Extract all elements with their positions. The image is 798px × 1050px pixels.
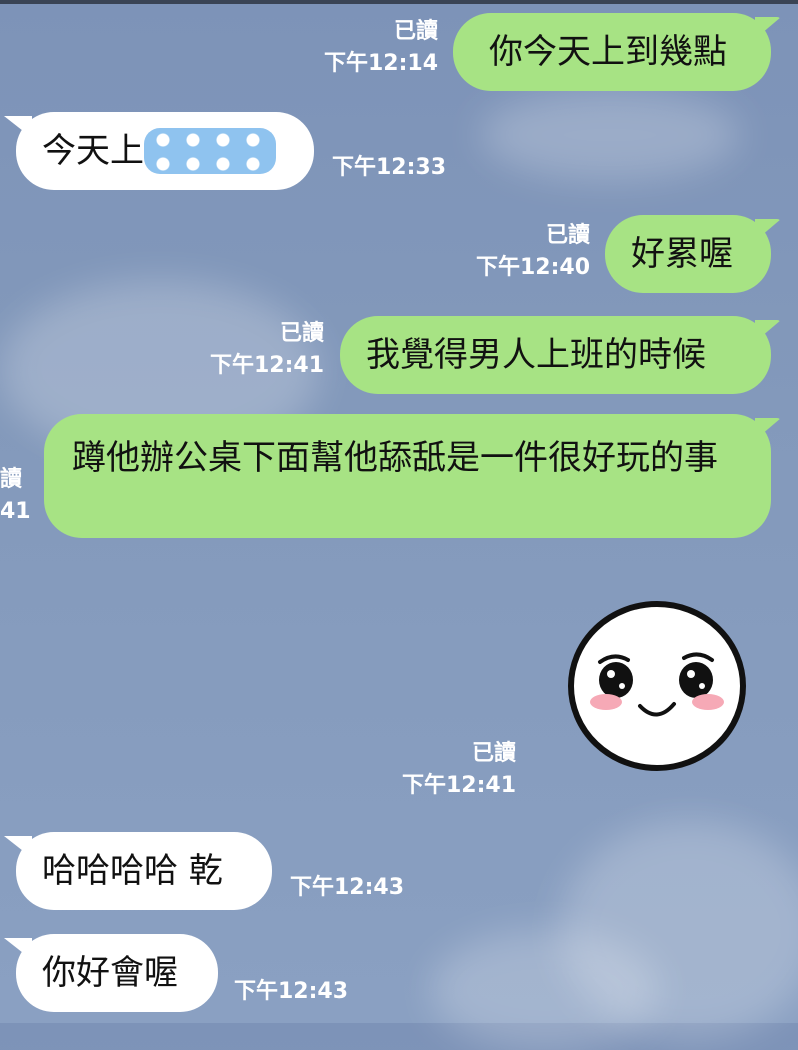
message-meta: 讀 41 (0, 464, 40, 528)
outgoing-message-bubble[interactable]: 好累喔 (605, 215, 771, 293)
message-time: 下午12:41 (401, 773, 516, 798)
message-text: 我覺得男人上班的時候 (366, 335, 706, 375)
message-time: 下午12:41 (209, 353, 324, 378)
incoming-message-bubble[interactable]: 今天上 (16, 112, 314, 190)
read-receipt: 已讀 (279, 321, 324, 346)
read-receipt: 讀 (0, 467, 23, 492)
read-receipt: 已讀 (393, 19, 438, 44)
crying-face-sticker[interactable] (566, 600, 748, 772)
incoming-message-bubble[interactable]: 你好會喔 (16, 934, 218, 1012)
message-meta: 下午12:43 (234, 976, 374, 1008)
message-time: 下午12:40 (475, 255, 590, 280)
message-meta: 已讀 下午12:40 (452, 220, 590, 284)
message-text: 哈哈哈哈 乾 (42, 851, 223, 891)
message-time: 下午12:33 (332, 155, 447, 180)
background-cloud (480, 90, 740, 180)
message-text: 好累喔 (631, 234, 733, 274)
message-time: 下午12:43 (234, 979, 349, 1004)
read-receipt: 已讀 (545, 223, 590, 248)
message-meta: 已讀 下午12:41 (378, 738, 516, 802)
message-time: 41 (0, 499, 31, 524)
incoming-message-bubble[interactable]: 哈哈哈哈 乾 (16, 832, 272, 910)
outgoing-message-bubble[interactable]: 你今天上到幾點 (453, 13, 771, 91)
message-text: 今天上 (42, 131, 144, 171)
message-time: 下午12:43 (290, 875, 405, 900)
message-time: 下午12:14 (323, 51, 438, 76)
read-receipt: 已讀 (471, 741, 516, 766)
censored-text-mask (144, 128, 276, 174)
message-text: 蹲他辦公桌下面幫他舔舐是一件很好玩的事 (72, 438, 718, 478)
background-cloud (430, 930, 660, 1050)
message-text: 你好會喔 (42, 953, 178, 993)
message-meta: 已讀 下午12:14 (300, 16, 438, 80)
message-meta: 已讀 下午12:41 (186, 318, 324, 382)
outgoing-message-bubble[interactable]: 蹲他辦公桌下面幫他舔舐是一件很好玩的事 (44, 414, 771, 538)
outgoing-message-bubble[interactable]: 我覺得男人上班的時候 (340, 316, 771, 394)
message-meta: 下午12:33 (332, 152, 472, 184)
status-bar-edge (0, 0, 798, 4)
message-meta: 下午12:43 (290, 872, 430, 904)
message-text: 你今天上到幾點 (489, 32, 727, 72)
